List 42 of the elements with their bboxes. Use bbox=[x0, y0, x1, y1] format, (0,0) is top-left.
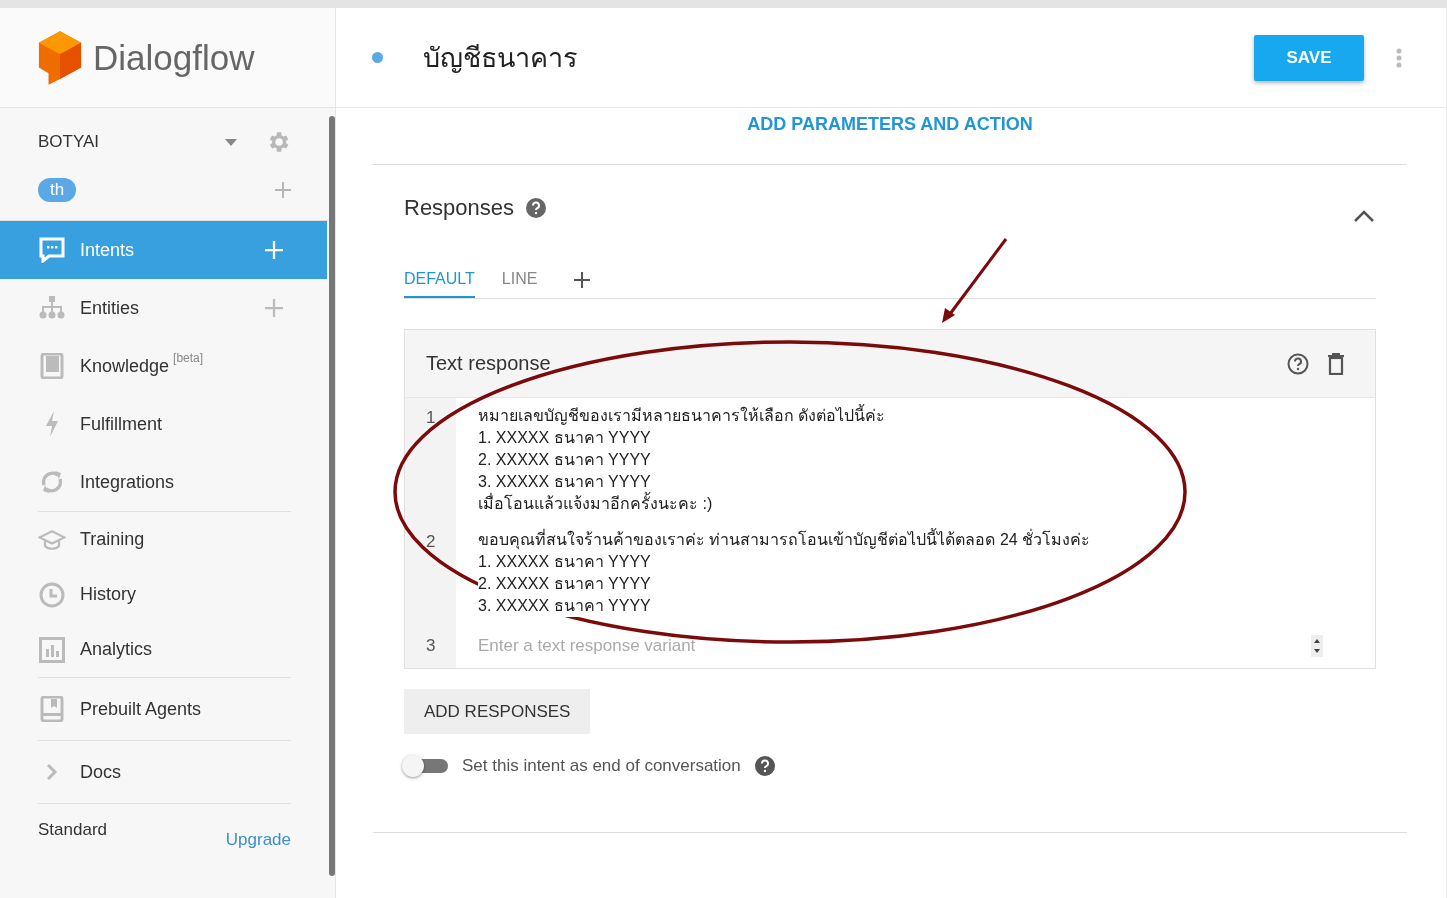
add-icon[interactable] bbox=[574, 272, 591, 288]
card-title: Text response bbox=[426, 352, 551, 375]
nav-item[interactable]: Docs bbox=[38, 741, 291, 803]
intent-title: บัญชีธนาคาร bbox=[423, 42, 578, 75]
hierarchy-icon bbox=[39, 295, 65, 321]
scrollbar[interactable] bbox=[329, 116, 335, 876]
book-icon bbox=[40, 696, 64, 722]
chevron-right-icon bbox=[46, 763, 58, 781]
dropdown-caret-icon[interactable] bbox=[225, 138, 237, 146]
help-icon[interactable] bbox=[754, 756, 775, 776]
delete-icon[interactable] bbox=[1327, 352, 1345, 375]
tab[interactable]: LINE bbox=[501, 262, 538, 298]
nav-item[interactable]: History bbox=[38, 567, 291, 622]
nav-item[interactable]: Knowledge $^{[beta]}$ bbox=[0, 337, 327, 395]
nav-item[interactable]: Prebuilt Agents bbox=[38, 678, 291, 740]
graduation-cap-icon bbox=[38, 527, 66, 552]
spinner-arrows-icon[interactable] bbox=[1311, 635, 1323, 657]
refresh-icon bbox=[39, 469, 65, 495]
logo-text: Dialogflow bbox=[93, 37, 255, 78]
clock-icon bbox=[39, 581, 65, 608]
help-icon[interactable] bbox=[526, 198, 547, 218]
lightning-icon bbox=[44, 411, 60, 437]
line-number: 2 bbox=[405, 522, 456, 624]
toggle-label: Set this intent as end of conversation bbox=[462, 756, 741, 776]
status-dot bbox=[372, 52, 383, 63]
nav-item[interactable]: Training bbox=[38, 512, 291, 567]
add-responses-button[interactable]: ADD RESPONSES bbox=[404, 689, 591, 734]
cube-logo-icon bbox=[37, 28, 83, 87]
line-number: 3 bbox=[405, 624, 456, 668]
nav-item[interactable]: Entities bbox=[0, 279, 327, 337]
section-title: Responses bbox=[404, 195, 515, 221]
nav-item[interactable]: Analytics bbox=[38, 622, 291, 677]
help-icon[interactable] bbox=[1287, 352, 1309, 375]
bar-chart-icon bbox=[39, 636, 65, 663]
line-number: 1 bbox=[405, 398, 456, 522]
agent-selector[interactable]: BOTYAI bbox=[38, 132, 100, 152]
collapse-icon[interactable] bbox=[1353, 209, 1375, 223]
nav-item[interactable]: Integrations bbox=[0, 453, 327, 511]
nav-item[interactable]: Fulfillment bbox=[0, 395, 327, 453]
chat-icon bbox=[39, 237, 65, 263]
plan-label: Standard bbox=[38, 820, 107, 841]
book-icon bbox=[40, 353, 64, 379]
